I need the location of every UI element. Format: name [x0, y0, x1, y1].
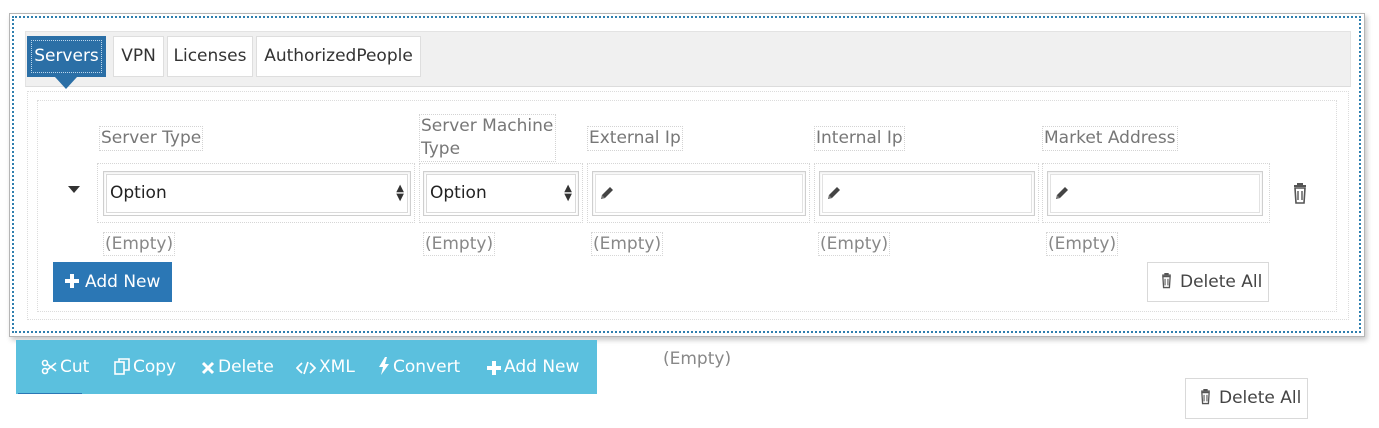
empty-placeholder: (Empty)	[663, 349, 732, 369]
xml-button[interactable]: XML	[295, 356, 355, 378]
toolbar-add-new-label: Add New	[504, 357, 580, 377]
delete-row-trash-icon[interactable]	[1290, 183, 1310, 205]
trash-icon	[1162, 273, 1171, 289]
pencil-icon	[601, 187, 613, 199]
plus-icon	[65, 274, 79, 288]
copy-button[interactable]: Copy	[114, 356, 176, 378]
delete-all-button[interactable]: Delete All	[1147, 262, 1269, 302]
cut-label: Cut	[60, 357, 90, 377]
column-header-external-ip: External Ip	[587, 126, 683, 151]
tab-servers[interactable]: Servers	[27, 36, 106, 77]
tab-licenses[interactable]: Licenses	[167, 36, 253, 77]
empty-external-ip: (Empty)	[591, 232, 664, 256]
convert-label: Convert	[393, 357, 461, 377]
outer-delete-all-button[interactable]: Delete All	[1185, 378, 1308, 419]
pencil-icon	[1056, 187, 1068, 199]
market-address-input[interactable]	[1047, 171, 1263, 216]
outer-delete-all-label: Delete All	[1219, 388, 1302, 408]
external-ip-input[interactable]	[592, 171, 806, 216]
tab-authorizedpeople[interactable]: AuthorizedPeople	[256, 36, 421, 77]
pencil-icon	[828, 187, 840, 199]
row-expand-icon[interactable]	[68, 186, 80, 193]
column-header-market-address: Market Address	[1042, 126, 1178, 151]
scissors-icon	[41, 359, 57, 375]
empty-server-type: (Empty)	[103, 232, 176, 256]
convert-button[interactable]: Convert	[378, 356, 460, 378]
add-new-button[interactable]: Add New	[53, 262, 172, 302]
bolt-icon	[379, 357, 389, 375]
trash-icon	[1201, 389, 1210, 405]
delete-button[interactable]: Delete	[201, 356, 274, 378]
add-new-label: Add New	[85, 272, 161, 292]
server-machine-type-select[interactable]: Option ▲ ▼	[423, 171, 579, 216]
delete-label: Delete	[218, 357, 274, 377]
toolbar-add-new-button[interactable]: Add New	[487, 356, 579, 378]
server-type-value: Option	[110, 183, 167, 203]
cut-button[interactable]: Cut	[41, 356, 89, 378]
delete-all-label: Delete All	[1180, 272, 1263, 292]
times-icon	[201, 361, 215, 375]
tab-licenses-label: Licenses	[173, 46, 247, 66]
tab-servers-label: Servers	[31, 40, 102, 73]
underline-divider	[18, 393, 82, 394]
empty-market-address: (Empty)	[1046, 232, 1119, 256]
copy-label: Copy	[133, 357, 177, 377]
copy-icon	[114, 358, 130, 375]
xml-label: XML	[319, 357, 355, 377]
tab-vpn[interactable]: VPN	[113, 36, 164, 77]
tab-authorizedpeople-label: AuthorizedPeople	[264, 46, 413, 66]
internal-ip-input[interactable]	[819, 171, 1035, 216]
empty-internal-ip: (Empty)	[818, 232, 891, 256]
server-type-select[interactable]: Option ▲ ▼	[103, 171, 411, 216]
active-tab-pointer	[55, 77, 77, 89]
tab-vpn-label: VPN	[121, 46, 156, 66]
server-machine-type-value: Option	[430, 183, 487, 203]
plus-icon	[487, 361, 501, 375]
select-arrows-icon: ▲ ▼	[564, 183, 572, 203]
column-header-server-machine-type: Server Machine Type	[419, 114, 556, 162]
column-header-server-type: Server Type	[99, 126, 204, 151]
column-header-internal-ip: Internal Ip	[814, 126, 905, 151]
select-arrows-icon: ▲ ▼	[396, 183, 404, 203]
empty-server-machine-type: (Empty)	[423, 232, 496, 256]
code-icon	[295, 361, 317, 375]
